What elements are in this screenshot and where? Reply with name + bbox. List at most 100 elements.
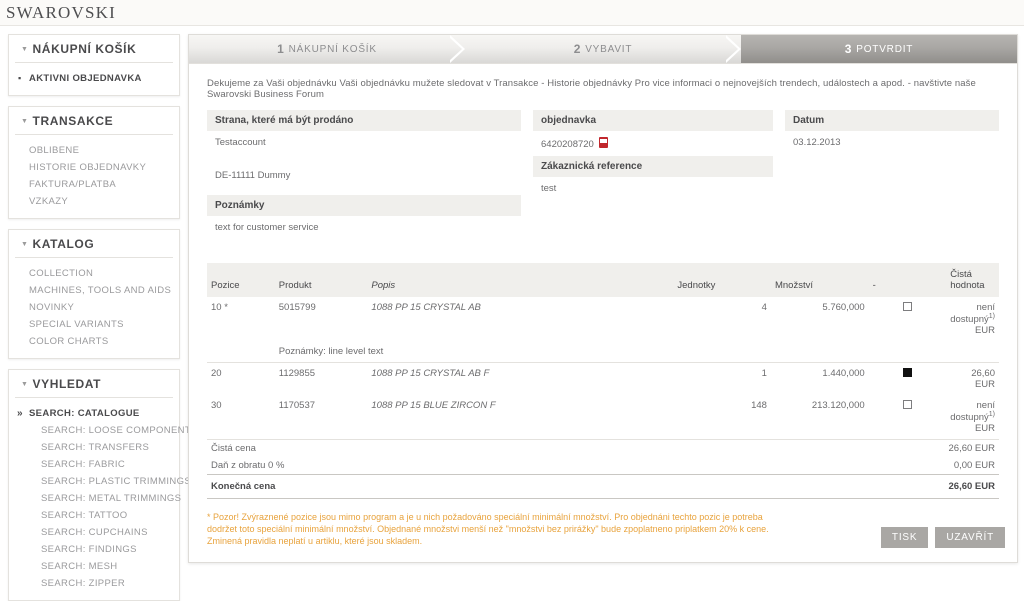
net-value-superscript: 1) <box>988 313 996 320</box>
note-pad <box>207 341 275 364</box>
order-number-header: objednavka <box>533 110 773 131</box>
sidebar-item[interactable]: VZKAZY <box>15 193 173 210</box>
totals-table: Čistá cena 26,60 EUR Daň z obratu 0 % 0,00 … <box>207 440 999 500</box>
checkout-steps: 1 NÁKUPNÍ KOŠÍK 2 VYBAVIT 3 POTVRDIT <box>189 35 1017 64</box>
col-description: Popis <box>367 263 674 297</box>
totals-row: Konečná cena 26,60 EUR <box>207 474 999 500</box>
sidebar-item[interactable]: SEARCH: CUPCHAINS <box>15 524 173 541</box>
cell-net-value: není dostupný1) EUR <box>946 297 999 341</box>
sidebar-panel-title: TRANSAKCE <box>32 114 114 128</box>
checkout-step[interactable]: 2 VYBAVIT <box>465 35 741 63</box>
sidebar-item[interactable]: FAKTURA/PLATBA <box>15 176 173 193</box>
sidebar-item[interactable]: SEARCH: PLASTIC TRIMMINGS <box>15 473 191 490</box>
cell-description: 1088 PP 15 CRYSTAL AB F <box>371 368 490 380</box>
swarovski-logo: SWAROVSKI <box>6 2 116 22</box>
cell-quantity: 5.760,000 <box>822 302 865 313</box>
sidebar-item[interactable]: SEARCH: ZIPPER <box>15 575 173 592</box>
date-column: Datum 03.12.2013 <box>785 110 999 249</box>
cell-position: 10 * <box>211 302 228 313</box>
pdf-icon[interactable] <box>598 137 608 148</box>
sidebar-panel: ▼NÁKUPNÍ KOŠÍK AKTIVNI OBJEDNAVKA <box>8 34 180 96</box>
net-value-text: 26,60 EUR <box>971 368 995 391</box>
totals-amount: 26,60 EUR <box>681 474 999 500</box>
sidebar-panel-title: NÁKUPNÍ KOŠÍK <box>32 42 137 56</box>
sidebar-item[interactable]: NOVINKY <box>15 299 173 316</box>
sidebar-item[interactable]: SEARCH: TATTOO <box>15 507 173 524</box>
sidebar-panel-header[interactable]: ▼ NÁKUPNÍ KOŠÍK <box>15 42 173 63</box>
order-number-value: 6420208720 <box>533 131 773 156</box>
table-row[interactable]: 30 1170537 1088 PP 15 BLUE ZIRCON F 148 213.… <box>207 395 999 441</box>
sidebar-item[interactable]: SEARCH: CATALOGUE <box>15 405 173 422</box>
print-button[interactable]: TISK <box>880 527 929 548</box>
sidebar-item[interactable]: SEARCH: METAL TRIMMINGS <box>15 490 181 507</box>
sold-to-name: Testaccount <box>215 137 266 148</box>
sidebar-item[interactable]: SEARCH: MESH <box>15 558 173 575</box>
cell-position: 30 <box>207 395 275 441</box>
footnotes: * Pozor! Zvýraznené pozice jsou mimo pro… <box>189 499 799 562</box>
totals-row: Daň z obratu 0 % 0,00 EUR <box>207 457 999 475</box>
sold-to-address: DE-11111 Dummy <box>215 170 291 181</box>
checkout-step[interactable]: 1 NÁKUPNÍ KOŠÍK <box>189 35 465 63</box>
chevron-down-icon: ▼ <box>21 240 29 248</box>
col-units: Jednotky <box>673 263 771 297</box>
action-buttons: TISK UZAVŘÍT <box>880 527 1005 548</box>
footnote-asterisk: * Pozor! Zvýraznené pozice jsou mimo pro… <box>207 512 769 547</box>
cell-units: 148 <box>673 395 771 441</box>
chevron-down-icon: ▼ <box>21 117 29 125</box>
cell-net-value: 26,60 EUR <box>946 363 999 396</box>
footnote-superscript: 1) V současné dobé nejsou dostupné žádné… <box>207 561 781 562</box>
sidebar-item[interactable]: SEARCH: TRANSFERS <box>15 439 173 456</box>
notes-value: text for customer service <box>215 222 319 233</box>
table-row[interactable]: 20 1129855 1088 PP 15 CRYSTAL AB F 1 1.440,0… <box>207 363 999 396</box>
cell-product: 5015799 <box>278 302 316 313</box>
sidebar-panel-header[interactable]: ▼ TRANSAKCE <box>15 114 173 135</box>
sidebar-item[interactable]: SEARCH: FABRIC <box>15 456 173 473</box>
sidebar-item[interactable]: SPECIAL VARIANTS <box>15 316 173 333</box>
sidebar-item[interactable]: SEARCH: LOOSE COMPONENTS <box>15 422 197 439</box>
totals-amount: 26,60 EUR <box>948 443 995 455</box>
sidebar-item[interactable]: OBLIBENE <box>15 142 173 159</box>
checkout-step[interactable]: 3 POTVRDIT <box>741 35 1017 63</box>
col-net-value: Čistá hodnota <box>946 263 999 297</box>
sidebar-panel: ▼VYHLEDAT SEARCH: CATALOGUESEARCH: LOOSE … <box>8 369 197 601</box>
main-content: 1 NÁKUPNÍ KOŠÍK 2 VYBAVIT 3 POTVRDIT Dekujeme… <box>180 26 1024 572</box>
brand-header: SWAROVSKI <box>0 0 1024 26</box>
page-body: ▼NÁKUPNÍ KOŠÍKAKTIVNI OBJEDNAVKA▼TRANSAK… <box>0 26 1024 601</box>
cell-position: 20 <box>211 368 222 380</box>
items-table-body: 10 * 5015799 1088 PP 15 CRYSTAL AB 4 5.760,0… <box>207 297 999 441</box>
customer-reference-value: test <box>541 183 557 194</box>
col-position: Pozice <box>207 263 275 297</box>
date-header: Datum <box>785 110 999 131</box>
chevron-down-icon: ▼ <box>21 380 29 388</box>
sidebar-item[interactable]: SEARCH: FINDINGS <box>15 541 173 558</box>
cell-units: 4 <box>761 302 767 313</box>
sidebar-panel-items: AKTIVNI OBJEDNAVKA <box>9 63 179 87</box>
table-row[interactable]: 10 * 5015799 1088 PP 15 CRYSTAL AB 4 5.760,0… <box>207 297 999 341</box>
close-button[interactable]: UZAVŘÍT <box>935 527 1005 548</box>
totals-label: Čistá cena <box>211 443 256 455</box>
net-value-currency-text: EUR <box>974 423 995 435</box>
cell-description: 1088 PP 15 BLUE ZIRCON F <box>367 395 674 441</box>
sidebar-panel-header[interactable]: ▼ VYHLEDAT <box>15 377 173 398</box>
sidebar-item[interactable]: MACHINES, TOOLS AND AIDS <box>15 282 173 299</box>
sidebar-panel: ▼ TRANSAKCE OBLIBENE HISTORIE OBJEDNAVKY FAK… <box>8 106 180 219</box>
sidebar-panel: ▼ KATALOG COLLECTION MACHINES, TOOLS AND AI… <box>8 229 180 359</box>
sidebar-panel-header[interactable]: ▼ KATALOG <box>15 237 173 258</box>
order-number-text: 6420208720 <box>541 139 594 150</box>
sidebar-item[interactable]: AKTIVNI OBJEDNAVKA <box>15 70 173 87</box>
filled-square-icon <box>902 368 912 378</box>
table-row-note: Poznámky: line level text <box>207 341 999 364</box>
cell-product: 1129855 <box>278 368 316 380</box>
items-table-head: Pozice Produkt Popis Jednotky Množství -… <box>207 263 999 297</box>
sidebar-item[interactable]: HISTORIE OBJEDNAVKY <box>15 159 173 176</box>
chevron-down-icon: ▼ <box>21 45 29 53</box>
sidebar-item[interactable]: COLLECTION <box>15 265 173 282</box>
totals-label: Daň z obratu 0 % <box>211 460 285 472</box>
sidebar-item[interactable]: COLOR CHARTS <box>15 333 173 350</box>
order-confirmation-card: 1 NÁKUPNÍ KOŠÍK 2 VYBAVIT 3 POTVRDIT Dekujeme… <box>188 34 1018 563</box>
step-number: 1 <box>277 42 285 56</box>
net-value-superscript: 1) <box>988 411 996 419</box>
sidebar-panel-title: VYHLEDAT <box>32 377 102 391</box>
notes-header: Poznámky <box>207 195 521 216</box>
